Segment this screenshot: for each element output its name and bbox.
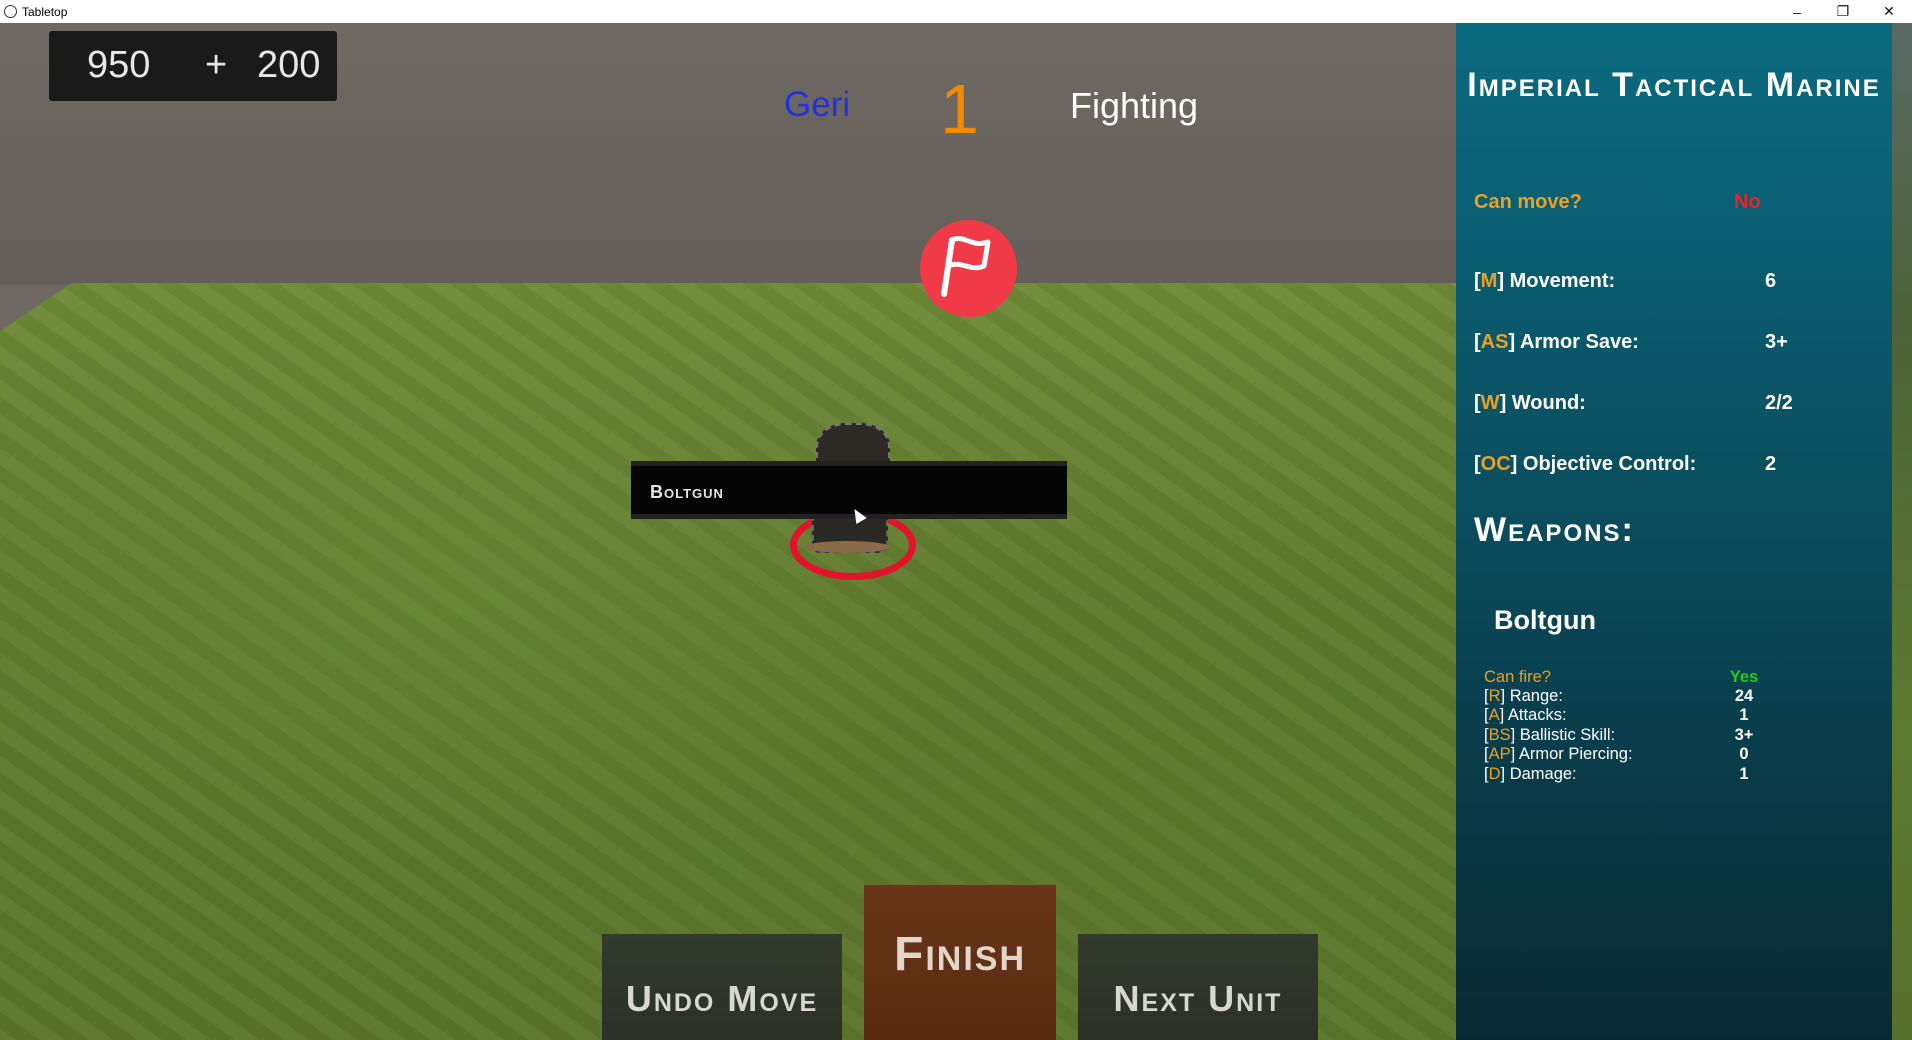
score-base: 950 <box>87 44 151 86</box>
weapon-stat-damage-value: 1 <box>1739 765 1749 783</box>
weapon-tooltip[interactable]: Boltgun <box>631 461 1067 519</box>
weapon-stat-armor-piercing: [AP] Armor Piercing: <box>1484 745 1633 763</box>
unit-name: Imperial Tactical Marine <box>1467 66 1881 104</box>
objective-marker[interactable] <box>920 220 1017 317</box>
close-button[interactable]: ✕ <box>1866 0 1912 23</box>
stat-movement-value: 6 <box>1765 270 1777 292</box>
can-fire-value: Yes <box>1729 668 1759 686</box>
finish-button[interactable]: Finish <box>864 885 1056 1040</box>
game-viewport[interactable]: 950 + 200 Geri 1 Fighting Boltgun Undo M… <box>0 23 1456 1040</box>
score-display: 950 + 200 <box>49 31 337 101</box>
can-move-value: No <box>1734 191 1761 213</box>
undo-move-button[interactable]: Undo Move <box>602 934 842 1040</box>
flag-icon <box>941 236 991 297</box>
weapon-stat-damage: [D] Damage: <box>1484 765 1577 783</box>
app-icon <box>4 5 17 18</box>
unit-info-panel: Imperial Tactical Marine Can move? No [M… <box>1456 23 1892 1040</box>
weapon-stat-ballistic-skill: [BS] Ballistic Skill: <box>1484 726 1616 744</box>
weapon-stat-range-value: 24 <box>1734 687 1754 705</box>
battlefield-ground[interactable] <box>0 283 1456 1040</box>
weapon-stat-range: [R] Range: <box>1484 687 1563 705</box>
stat-wound: [W] Wound: <box>1474 392 1586 414</box>
minimize-button[interactable]: – <box>1774 0 1820 23</box>
score-plus: + <box>205 44 228 86</box>
can-move-label: Can move? <box>1474 191 1582 213</box>
phase-label: Fighting <box>1070 85 1199 126</box>
weapon-stat-attacks-value: 1 <box>1739 706 1749 724</box>
restore-button[interactable]: ❐ <box>1820 0 1866 23</box>
stat-armor-save: [AS] Armor Save: <box>1474 331 1639 353</box>
weapons-heading: Weapons: <box>1474 511 1635 549</box>
stat-wound-value: 2/2 <box>1765 392 1793 414</box>
can-fire-label: Can fire? <box>1484 668 1551 686</box>
weapon-name: Boltgun <box>1494 605 1596 635</box>
weapon-stat-attacks: [A] Attacks: <box>1484 706 1567 724</box>
weapon-tooltip-label: Boltgun <box>650 482 724 502</box>
stat-objective-control: [OC] Objective Control: <box>1474 453 1697 475</box>
stat-objective-control-value: 2 <box>1765 453 1777 475</box>
weapon-stat-ballistic-skill-value: 3+ <box>1734 726 1754 744</box>
active-player-name: Geri <box>784 85 851 124</box>
stat-movement: [M] Movement: <box>1474 270 1616 292</box>
title-bar: Tabletop – ❐ ✕ <box>0 0 1912 23</box>
battlefield-edge <box>1892 23 1912 1040</box>
weapon-stat-armor-piercing-value: 0 <box>1739 745 1749 763</box>
score-bonus: 200 <box>257 44 321 86</box>
stat-armor-save-value: 3+ <box>1765 331 1788 353</box>
turn-number: 1 <box>940 70 979 148</box>
next-unit-button[interactable]: Next Unit <box>1078 934 1318 1040</box>
window-title: Tabletop <box>22 4 68 19</box>
